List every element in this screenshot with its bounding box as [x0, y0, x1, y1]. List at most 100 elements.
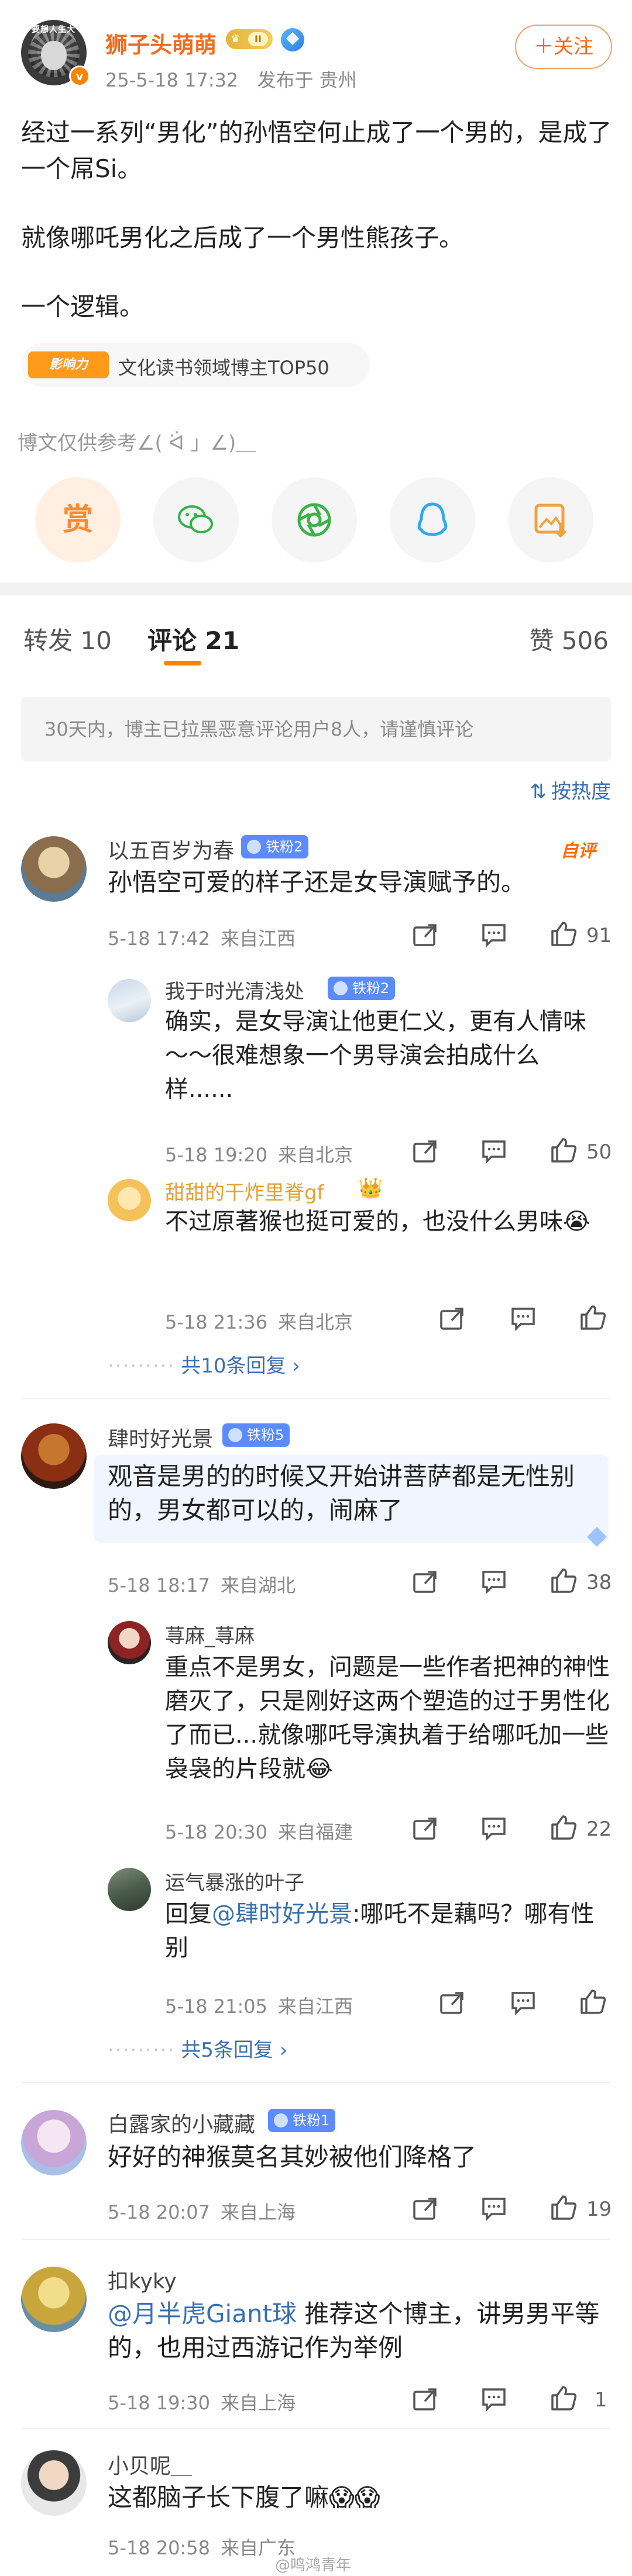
tab-comment[interactable]: 评论 21 [147, 621, 239, 657]
comment-time: 5-18 20:58 [108, 2537, 211, 2559]
fan-badge: 铁粉5 [222, 1423, 290, 1447]
commenter-avatar[interactable] [21, 836, 87, 902]
watermark: @鸣鸿青年 [275, 2557, 352, 2574]
expand-replies[interactable]: ········· 共5条回复 › [108, 2034, 287, 2063]
sort-button[interactable]: ⇅ 按热度 [530, 775, 612, 804]
expand-replies[interactable]: ········· 共10条回复 › [108, 1350, 300, 1378]
post-header: 要想人生大 v 狮子头萌萌 ♛ II 25-5-18 17:32 发布于 贵州 … [0, 0, 632, 99]
author-username[interactable]: 狮子头萌萌 [105, 27, 217, 59]
share-icon[interactable] [412, 1815, 439, 1842]
commenter-name[interactable]: 肆时好光景 [108, 1422, 213, 1453]
qq-share-button[interactable] [390, 477, 475, 563]
reply-meta: 5-18 20:30 来自福建 [165, 1818, 363, 1844]
reply-name[interactable]: 我于时光清浅处 [165, 975, 304, 1004]
mention-link[interactable]: @月半虎Giant球 [108, 2299, 297, 2328]
like-count: 38 [586, 1571, 612, 1594]
diamond-badge-icon[interactable] [281, 28, 304, 51]
influence-tag[interactable]: 影响力 文化读书领域博主TOP50 [21, 343, 370, 387]
reply-meta: 5-18 19:20 来自北京 [165, 1140, 363, 1167]
comment-divider [21, 2082, 611, 2083]
member-level-badge[interactable]: ♛ II [226, 29, 273, 49]
dots-divider: ········· [108, 1354, 176, 1378]
follow-button[interactable]: ＋关注 [515, 25, 612, 69]
reply-name[interactable]: 运气暴涨的叶子 [165, 1867, 304, 1895]
comment-text: 孙悟空可爱的样子还是女导演赋予的。 [108, 868, 526, 896]
reply-location: 来自江西 [278, 1995, 353, 2018]
like-count: 50 [586, 1140, 612, 1164]
comment-time: 5-18 19:30 [108, 2392, 211, 2414]
avatar-caption: 要想人生大 [32, 25, 75, 35]
comment-icon[interactable] [481, 1815, 508, 1842]
share-icon[interactable] [439, 1305, 466, 1332]
comment-divider [21, 1398, 611, 1399]
share-icon[interactable] [412, 1568, 439, 1595]
comment-time: 5-18 20:07 [108, 2201, 211, 2223]
fan-badge: 铁粉2 [241, 835, 309, 858]
section-divider [0, 582, 632, 595]
sort-label: 按热度 [551, 780, 611, 804]
post-paragraph: 就像哪吒男化之后成了一个男性熊孩子。 [21, 223, 464, 252]
post-date: 25-5-18 17:32 [105, 69, 239, 91]
comment-icon[interactable] [481, 1138, 508, 1165]
reply-avatar[interactable] [108, 979, 151, 1022]
commenter-name[interactable]: 白露家的小藏藏 [108, 2108, 255, 2138]
fan-badge: 铁粉2 [328, 977, 396, 1000]
reply-prefix: 回复 [165, 1901, 212, 1927]
share-icon[interactable] [412, 922, 439, 949]
fan-badge: 铁粉1 [268, 2109, 336, 2132]
reply-text: 重点不是男女，问题是一些作者把神的神性磨灭了，只是刚好这两个塑造的过于男性化了而… [165, 1654, 610, 1782]
commenter-avatar[interactable] [21, 1423, 87, 1489]
mention-link[interactable]: @肆时好光景 [212, 1901, 352, 1927]
active-tab-indicator [164, 661, 201, 665]
wechat-share-button[interactable] [153, 477, 239, 563]
tab-like[interactable]: 赞 506 [529, 621, 609, 657]
reply-meta: 5-18 21:05 来自江西 [165, 1992, 363, 2019]
like-icon[interactable] [579, 1988, 606, 2015]
moments-aperture-icon [297, 503, 331, 537]
like-icon[interactable] [550, 2194, 577, 2221]
comment-icon[interactable] [481, 2386, 508, 2413]
like-icon[interactable] [550, 1137, 577, 1164]
like-icon[interactable] [579, 1304, 606, 1331]
save-image-button[interactable] [508, 477, 593, 563]
comment-icon[interactable] [481, 1568, 508, 1595]
comment-icon[interactable] [481, 922, 508, 949]
sort-icon: ⇅ [530, 780, 547, 804]
like-icon[interactable] [550, 1567, 577, 1594]
commenter-name[interactable]: 小贝呢＿ [108, 2449, 192, 2480]
comment-meta: 5-18 17:42 来自江西 [108, 924, 306, 951]
tab-repost[interactable]: 转发 10 [23, 621, 112, 657]
reply-name[interactable]: 荨麻_荨麻 [165, 1620, 255, 1649]
share-icon[interactable] [412, 2195, 439, 2222]
comment-icon[interactable] [510, 1305, 537, 1332]
share-icon[interactable] [439, 1989, 466, 2016]
moments-share-button[interactable] [272, 477, 357, 563]
reply-time: 5-18 21:05 [165, 1995, 268, 2018]
reply-location: 来自北京 [278, 1311, 353, 1333]
expand-replies-label: 共5条回复 › [181, 2039, 288, 2062]
commenter-avatar[interactable] [21, 2267, 87, 2332]
reward-button[interactable]: 赏 [35, 477, 121, 563]
reply-name[interactable]: 甜甜的干炸里脊gf [165, 1177, 324, 1205]
share-icon[interactable] [412, 1138, 439, 1165]
comment-icon[interactable] [510, 1989, 537, 2016]
like-icon[interactable] [550, 920, 577, 947]
reply-avatar[interactable] [108, 1868, 151, 1911]
qq-penguin-icon [417, 502, 448, 536]
comment-location: 来自湖北 [221, 1574, 296, 1596]
share-icon[interactable] [412, 2386, 439, 2413]
like-count: 1 [595, 2388, 607, 2412]
commenter-name[interactable]: 扣kyky [108, 2264, 177, 2295]
like-icon[interactable] [550, 2385, 577, 2412]
post-location: 发布于 贵州 [257, 69, 357, 91]
comment-icon[interactable] [481, 2195, 508, 2222]
post-meta: 25-5-18 17:32 发布于 贵州 [105, 65, 370, 92]
commenter-avatar[interactable] [21, 2110, 87, 2175]
diamond-decoration-icon [587, 1527, 607, 1547]
reply-avatar[interactable] [108, 1179, 151, 1222]
commenter-name[interactable]: 以五百岁为春 [108, 834, 234, 864]
reply-text: 不过原著猴也挺可爱的，也没什么男味😭 [165, 1208, 590, 1235]
like-icon[interactable] [550, 1814, 577, 1841]
commenter-avatar[interactable] [21, 2450, 87, 2516]
reply-avatar[interactable] [108, 1621, 151, 1664]
